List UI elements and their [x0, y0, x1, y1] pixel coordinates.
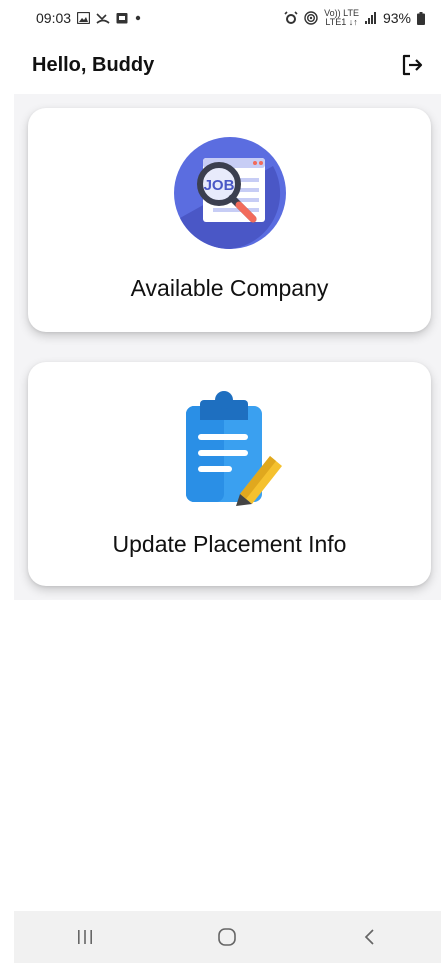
app-bar: Hello, Buddy: [0, 36, 441, 94]
notification-box-icon: [116, 12, 129, 24]
greeting-title: Hello, Buddy: [32, 53, 155, 76]
job-icon-text: JOB: [203, 177, 234, 194]
volte-indicator: Vo)) LTE LTE1 ↓↑: [324, 9, 359, 27]
hotspot-icon: [304, 11, 318, 25]
available-company-card[interactable]: JOB Available Company: [28, 108, 431, 332]
recent-apps-button[interactable]: [55, 917, 115, 957]
battery-percent: 93%: [382, 10, 411, 26]
available-company-label: Available Company: [130, 275, 329, 301]
job-search-icon: JOB: [173, 136, 287, 255]
home-button[interactable]: [197, 917, 257, 957]
logout-icon: [402, 54, 423, 76]
battery-icon: [417, 11, 425, 25]
app-screen: 09:03 Vo)) LTE LTE1 ↓↑ 93% Hello, Buddy …: [0, 0, 441, 963]
logout-button[interactable]: [397, 50, 427, 80]
alarm-icon: [284, 11, 298, 25]
status-bar: 09:03 Vo)) LTE LTE1 ↓↑ 93%: [0, 0, 441, 36]
recent-apps-icon: [78, 930, 93, 944]
home-icon: [218, 928, 237, 946]
update-placement-info-card[interactable]: Update Placement Info: [28, 362, 431, 586]
back-button[interactable]: [340, 917, 400, 957]
clipboard-edit-icon: [170, 390, 290, 511]
missed-call-icon: [96, 12, 110, 24]
update-placement-info-label: Update Placement Info: [112, 531, 347, 557]
status-left: 09:03: [36, 10, 141, 26]
dot-icon: [135, 15, 141, 21]
status-right: Vo)) LTE LTE1 ↓↑ 93%: [284, 9, 425, 27]
system-nav-bar: [14, 911, 441, 963]
volte-line-2: LTE1 ↓↑: [325, 17, 358, 27]
signal-icon: [364, 12, 377, 24]
status-time: 09:03: [36, 10, 72, 26]
back-icon: [364, 929, 374, 945]
content-area: JOB Available Company Update Placement I…: [14, 94, 441, 600]
gallery-icon: [77, 12, 91, 24]
